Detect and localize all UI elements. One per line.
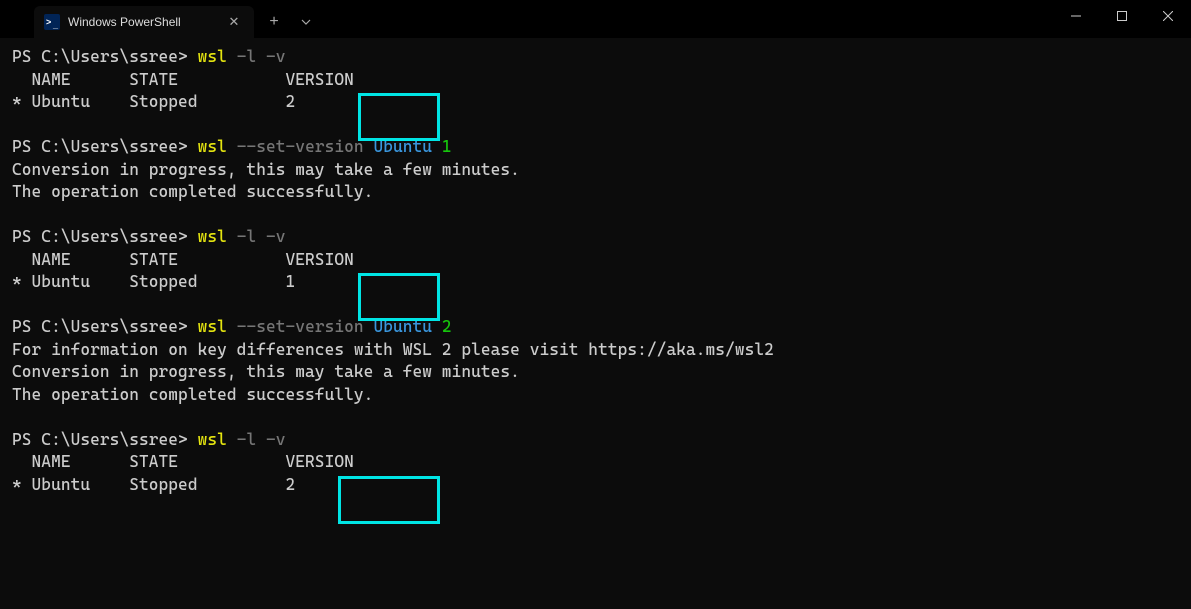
tab-dropdown-button[interactable] [290, 8, 322, 36]
close-icon [1163, 11, 1173, 21]
table-header: NAME STATE VERSION [12, 69, 1179, 92]
output-line: The operation completed successfully. [12, 384, 1179, 407]
chevron-down-icon [301, 17, 311, 27]
table-row: * Ubuntu Stopped 2 [12, 91, 1179, 114]
maximize-button[interactable] [1099, 0, 1145, 32]
titlebar[interactable]: Windows PowerShell ✕ + [0, 0, 1191, 38]
window-controls [1053, 0, 1191, 32]
close-button[interactable] [1145, 0, 1191, 32]
tab-title: Windows PowerShell [68, 15, 218, 29]
command-line: PS C:\Users\ssree> wsl -l -v [12, 46, 1179, 69]
blank-line [12, 114, 1179, 137]
output-line: Conversion in progress, this may take a … [12, 159, 1179, 182]
close-tab-icon[interactable]: ✕ [226, 14, 242, 30]
command-line: PS C:\Users\ssree> wsl --set-version Ubu… [12, 316, 1179, 339]
maximize-icon [1117, 11, 1127, 21]
blank-line [12, 406, 1179, 429]
output-line: Conversion in progress, this may take a … [12, 361, 1179, 384]
tab-powershell[interactable]: Windows PowerShell ✕ [34, 6, 254, 38]
new-tab-button[interactable]: + [258, 8, 290, 36]
table-header: NAME STATE VERSION [12, 249, 1179, 272]
minimize-button[interactable] [1053, 0, 1099, 32]
output-line: The operation completed successfully. [12, 181, 1179, 204]
output-line: For information on key differences with … [12, 339, 1179, 362]
table-header: NAME STATE VERSION [12, 451, 1179, 474]
tab-controls: + [258, 6, 322, 38]
blank-line [12, 294, 1179, 317]
command-line: PS C:\Users\ssree> wsl --set-version Ubu… [12, 136, 1179, 159]
command-line: PS C:\Users\ssree> wsl -l -v [12, 429, 1179, 452]
blank-line [12, 204, 1179, 227]
minimize-icon [1071, 11, 1081, 21]
table-row: * Ubuntu Stopped 2 [12, 474, 1179, 497]
powershell-icon [44, 14, 60, 30]
terminal-window: Windows PowerShell ✕ + PS C:\Users\ssree… [0, 0, 1191, 609]
terminal-output[interactable]: PS C:\Users\ssree> wsl -l -v NAME STATE … [0, 38, 1191, 609]
command-line: PS C:\Users\ssree> wsl -l -v [12, 226, 1179, 249]
table-row: * Ubuntu Stopped 1 [12, 271, 1179, 294]
